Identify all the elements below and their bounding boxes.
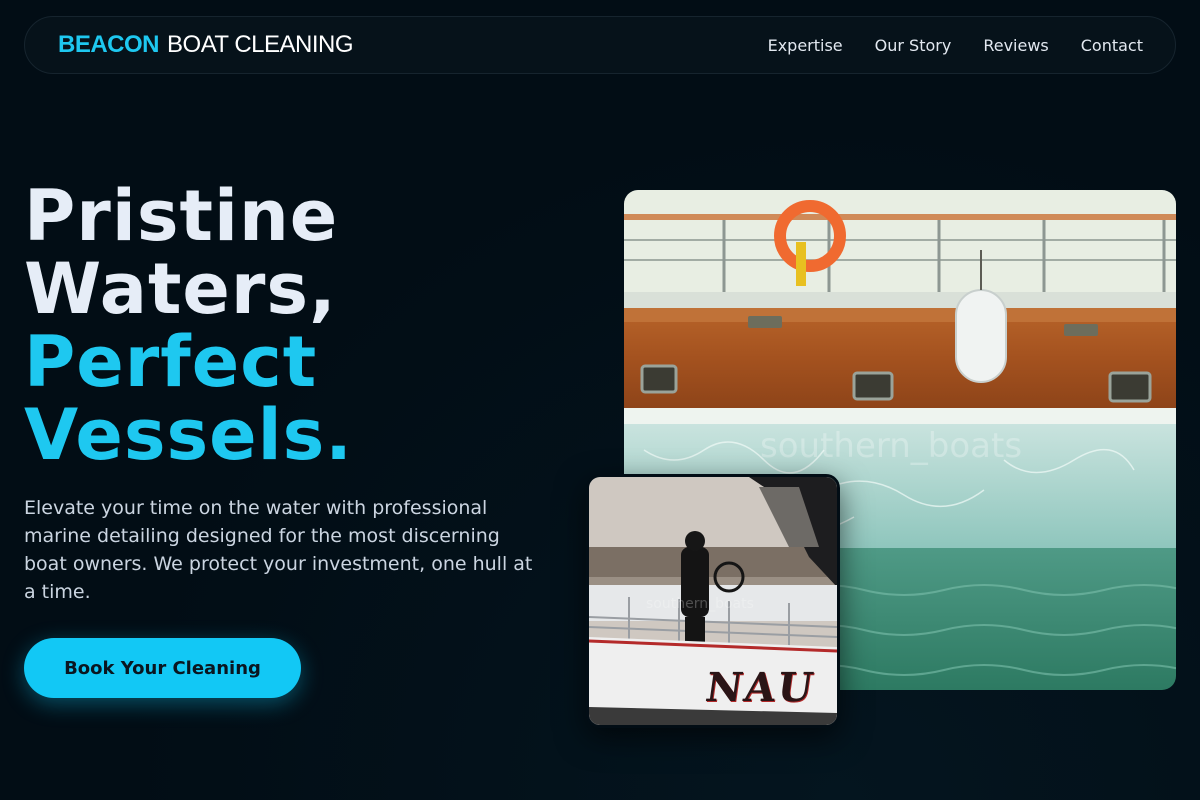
- nav-link-expertise[interactable]: Expertise: [768, 36, 843, 55]
- logo-brand: BEACON: [58, 31, 160, 58]
- hero-title-line-3: Perfect: [24, 321, 318, 403]
- nav-link-reviews[interactable]: Reviews: [983, 36, 1048, 55]
- main-image-watermark: southern_boats: [760, 426, 1023, 466]
- hero-title: Pristine Waters, Perfect Vessels.: [24, 180, 584, 472]
- inset-image-watermark: southern_boats: [646, 596, 754, 612]
- hero-description: Elevate your time on the water with prof…: [24, 497, 533, 603]
- logo[interactable]: BEACON BOAT CLEANING: [58, 31, 354, 59]
- logo-subtitle: BOAT CLEANING: [167, 31, 354, 58]
- top-navbar: BEACON BOAT CLEANING Expertise Our Story…: [24, 16, 1176, 74]
- page: BEACON BOAT CLEANING Expertise Our Story…: [0, 0, 1200, 800]
- nav-link-our-story[interactable]: Our Story: [875, 36, 952, 55]
- nav-link-contact[interactable]: Contact: [1081, 36, 1143, 55]
- book-cleaning-button[interactable]: Book Your Cleaning: [24, 638, 301, 698]
- hero-title-line-1: Pristine: [24, 175, 339, 257]
- hero-title-line-2: Waters,: [24, 248, 337, 330]
- hero-title-line-4: Vessels.: [24, 394, 353, 476]
- inset-hull-lettering: NAU: [702, 664, 818, 711]
- nav-links: Expertise Our Story Reviews Contact: [768, 36, 1143, 55]
